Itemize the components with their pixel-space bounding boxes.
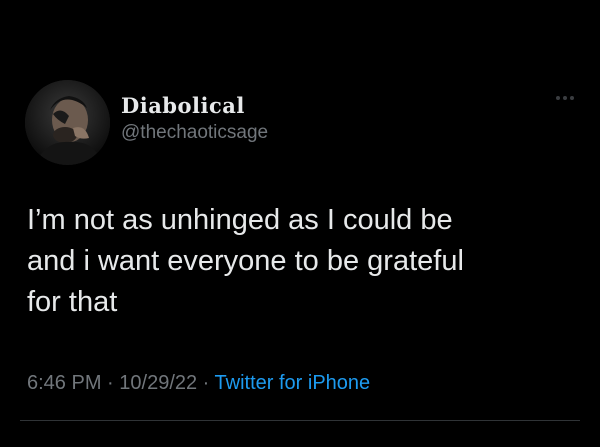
tweet-date[interactable]: 10/29/22 [119, 372, 197, 394]
more-options-icon[interactable] [556, 96, 574, 100]
tweet-metadata: 6:46 PM · 10/29/22 · Twitter for iPhone [27, 372, 370, 395]
author-info: Diabolical @thechaoticsage [121, 94, 268, 144]
tweet-line: and i want everyone to be grateful [27, 245, 464, 277]
avatar-photo-icon [25, 80, 110, 165]
avatar[interactable] [25, 80, 110, 165]
tweet-line: I’m not as unhinged as I could be [27, 204, 453, 236]
source-link[interactable]: Twitter for iPhone [215, 372, 371, 394]
dot [570, 96, 574, 100]
user-handle[interactable]: @thechaoticsage [121, 122, 268, 144]
tweet-card: Diabolical @thechaoticsage I’m not as un… [0, 0, 600, 447]
dot [563, 96, 567, 100]
tweet-time[interactable]: 6:46 PM [27, 372, 101, 394]
tweet-line: for that [27, 286, 118, 318]
divider [20, 420, 580, 421]
separator: · [197, 372, 215, 394]
separator: · [101, 372, 120, 394]
display-name[interactable]: Diabolical [121, 94, 268, 118]
dot [556, 96, 560, 100]
tweet-text: I’m not as unhinged as I could be and i … [27, 200, 567, 323]
